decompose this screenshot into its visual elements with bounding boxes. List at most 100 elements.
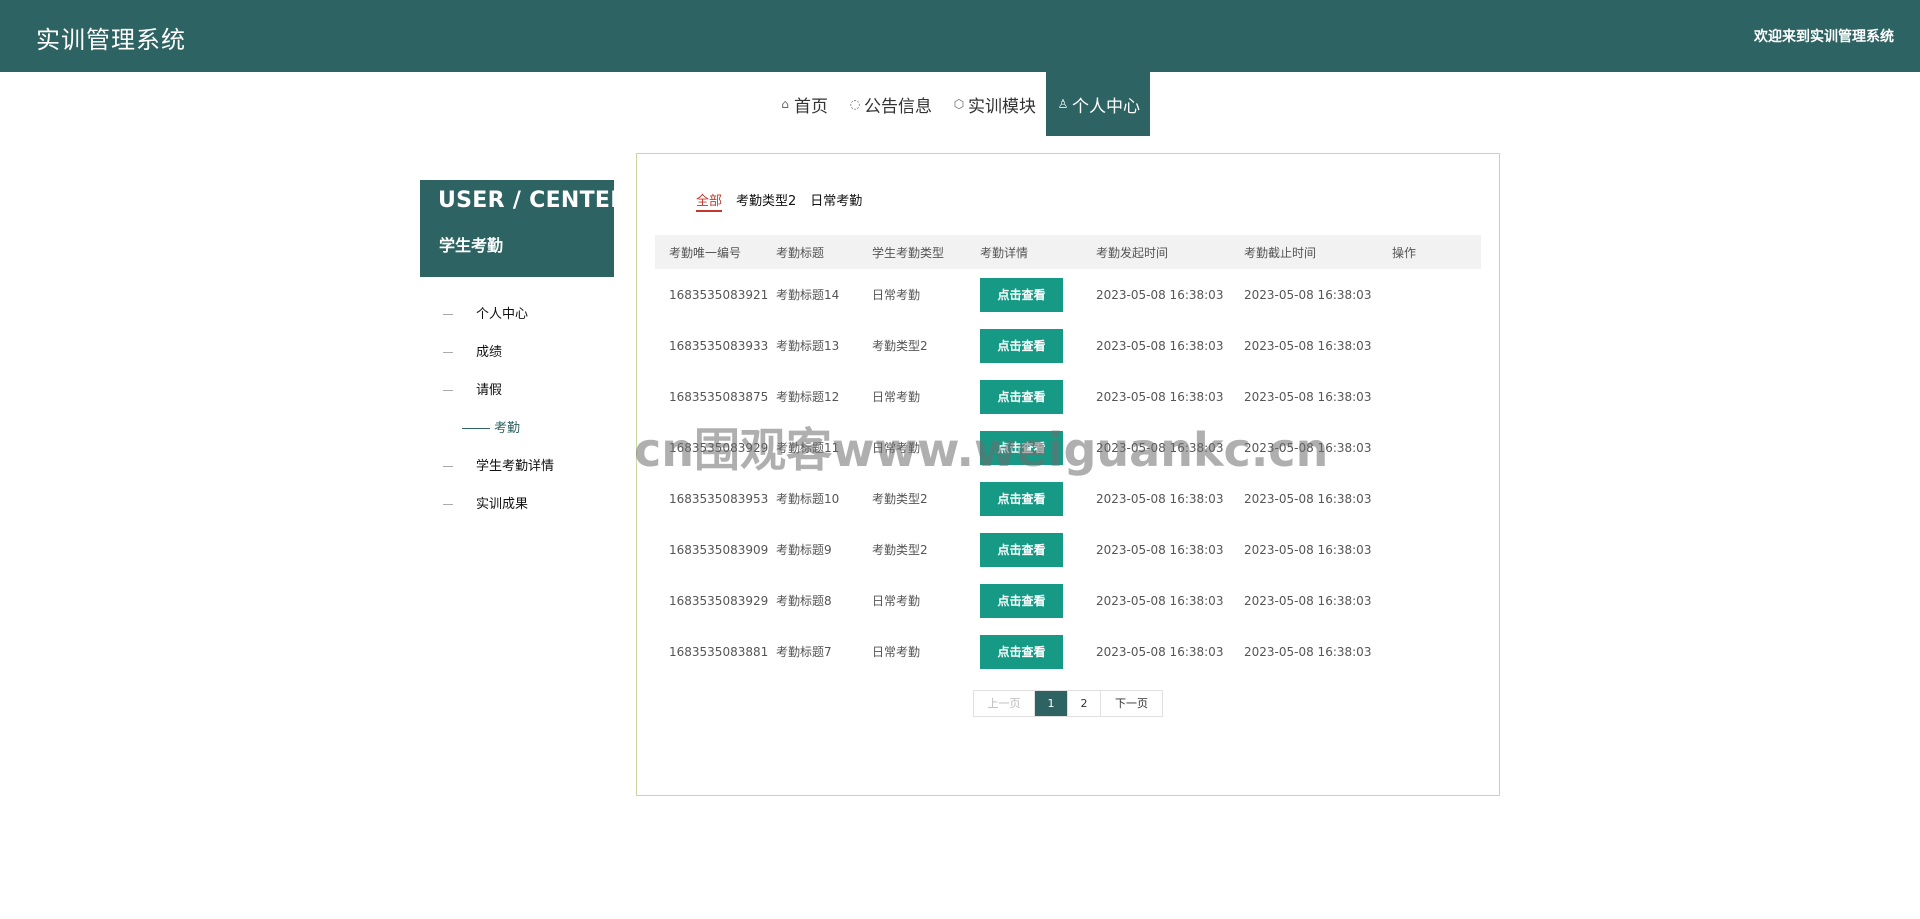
cell-title: 考勤标题8 [776, 594, 832, 608]
column-header: 考勤发起时间 [1096, 245, 1169, 260]
view-detail-button[interactable]: 点击查看 [980, 277, 1063, 312]
nav-item-user-center[interactable]: ♙ 个人中心 [1046, 72, 1150, 136]
cell-id: 1683535083921 [669, 287, 769, 302]
nav-item-label: 首页 [794, 96, 828, 117]
cell-detail: 点击查看 [980, 328, 1096, 363]
view-detail-button[interactable]: 点击查看 [980, 583, 1063, 618]
cell-type: 考勤类型2 [872, 339, 928, 353]
view-detail-button[interactable]: 点击查看 [980, 634, 1063, 669]
cell-detail: 点击查看 [980, 379, 1096, 414]
table-row: 1683535083933 考勤标题13 考勤类型2 点击查看 2023-05-08 1… [655, 320, 1481, 371]
column-header: 考勤截止时间 [1244, 245, 1317, 260]
cell-detail: 点击查看 [980, 583, 1096, 618]
sidebar-item-label: 学生考勤详情 [476, 459, 555, 474]
table-header: 考勤唯一编号 考勤标题 学生考勤类型 考勤详情 考勤发起时间 考勤截止时间 操作 [655, 235, 1481, 269]
tab-all[interactable]: 全部 [696, 190, 723, 212]
cell-type: 日常考勤 [872, 441, 921, 455]
cell-end-time: 2023-05-08 16:38:03 [1244, 440, 1372, 455]
cell-title: 考勤标题13 [776, 339, 840, 353]
main-nav: ⌂ 首页 ◌ 公告信息 ⬡ 实训模块 ♙ 个人中心 [768, 72, 1150, 136]
view-detail-button[interactable]: 点击查看 [980, 481, 1063, 516]
sidebar-item-label: 成绩 [476, 345, 503, 360]
dash-icon [443, 352, 453, 353]
dash-icon [443, 466, 453, 467]
tab-daily[interactable]: 日常考勤 [810, 190, 862, 212]
cell-type: 日常考勤 [872, 288, 921, 302]
nav-item-label: 实训模块 [968, 96, 1036, 117]
column-header: 操作 [1392, 245, 1417, 260]
sidebar-item-user-center[interactable]: 个人中心 [420, 296, 614, 334]
sidebar-item-attendance[interactable]: 考勤 [420, 410, 614, 448]
sidebar-item-results[interactable]: 实训成果 [420, 486, 614, 524]
cell-start-time: 2023-05-08 16:38:03 [1096, 287, 1224, 302]
sidebar-header: USER / CENTER 学生考勤 [420, 180, 627, 277]
column-header: 考勤标题 [776, 245, 825, 260]
cell-start-time: 2023-05-08 16:38:03 [1096, 593, 1224, 608]
cell-type: 日常考勤 [872, 594, 921, 608]
dash-icon [443, 314, 453, 315]
view-detail-button[interactable]: 点击查看 [980, 328, 1063, 363]
app-title: 实训管理系统 [36, 26, 186, 54]
view-detail-button[interactable]: 点击查看 [980, 430, 1063, 465]
nav-item-label: 个人中心 [1072, 96, 1140, 117]
nav-item-home[interactable]: ⌂ 首页 [768, 72, 838, 136]
dash-icon [462, 428, 490, 429]
cell-end-time: 2023-05-08 16:38:03 [1244, 491, 1372, 506]
cell-detail: 点击查看 [980, 532, 1096, 567]
dash-icon [443, 390, 453, 391]
cell-end-time: 2023-05-08 16:38:03 [1244, 287, 1372, 302]
sidebar-item-label: 请假 [476, 383, 503, 398]
prev-page-button[interactable]: 上一页 [974, 691, 1035, 716]
cell-detail: 点击查看 [980, 430, 1096, 465]
cell-id: 1683535083929 [669, 440, 769, 455]
page-button-2[interactable]: 2 [1068, 691, 1101, 716]
cell-type: 日常考勤 [872, 390, 921, 404]
box-icon: ⬡ [953, 97, 965, 111]
cell-end-time: 2023-05-08 16:38:03 [1244, 389, 1372, 404]
nav-item-label: 公告信息 [864, 96, 932, 117]
sidebar-item-attendance-detail[interactable]: 学生考勤详情 [420, 448, 614, 486]
home-icon: ⌂ [781, 97, 789, 111]
nav-item-notice[interactable]: ◌ 公告信息 [838, 72, 942, 136]
user-icon: ♙ [1057, 97, 1069, 111]
top-header: 实训管理系统 欢迎来到实训管理系统 [0, 0, 1920, 72]
table-row: 1683535083921 考勤标题14 日常考勤 点击查看 2023-05-08 16… [655, 269, 1481, 320]
dash-icon [443, 504, 453, 505]
table-row: 1683535083881 考勤标题7 日常考勤 点击查看 2023-05-08 16:… [655, 626, 1481, 677]
cell-id: 1683535083933 [669, 338, 769, 353]
cell-title: 考勤标题7 [776, 645, 832, 659]
cell-end-time: 2023-05-08 16:38:03 [1244, 338, 1372, 353]
welcome-text: 欢迎来到实训管理系统 [1754, 29, 1894, 45]
cell-type: 考勤类型2 [872, 543, 928, 557]
table-row: 1683535083875 考勤标题12 日常考勤 点击查看 2023-05-08 16… [655, 371, 1481, 422]
cell-start-time: 2023-05-08 16:38:03 [1096, 491, 1224, 506]
view-detail-button[interactable]: 点击查看 [980, 379, 1063, 414]
column-header: 考勤唯一编号 [669, 245, 742, 260]
cell-end-time: 2023-05-08 16:38:03 [1244, 542, 1372, 557]
cell-title: 考勤标题9 [776, 543, 832, 557]
sidebar-item-leave[interactable]: 请假 [420, 372, 614, 410]
sidebar-item-label: 个人中心 [476, 307, 529, 322]
nav-item-training[interactable]: ⬡ 实训模块 [942, 72, 1046, 136]
sidebar-title-cn: 学生考勤 [439, 236, 504, 255]
table-row: 1683535083929 考勤标题11 日常考勤 点击查看 2023-05-08 16… [655, 422, 1481, 473]
next-page-button[interactable]: 下一页 [1101, 691, 1162, 716]
sidebar-item-grades[interactable]: 成绩 [420, 334, 614, 372]
table-row: 1683535083909 考勤标题9 考勤类型2 点击查看 2023-05-08 16… [655, 524, 1481, 575]
cell-title: 考勤标题12 [776, 390, 840, 404]
cell-id: 1683535083909 [669, 542, 769, 557]
view-detail-button[interactable]: 点击查看 [980, 532, 1063, 567]
filter-tabs: 全部 考勤类型2 日常考勤 [696, 190, 862, 212]
cell-start-time: 2023-05-08 16:38:03 [1096, 440, 1224, 455]
page-button-1[interactable]: 1 [1035, 691, 1068, 716]
notice-icon: ◌ [849, 97, 861, 111]
sidebar-item-label: 考勤 [494, 421, 521, 436]
cell-type: 日常考勤 [872, 645, 921, 659]
cell-detail: 点击查看 [980, 277, 1096, 312]
table-row: 1683535083953 考勤标题10 考勤类型2 点击查看 2023-05-08 1… [655, 473, 1481, 524]
table-row: 1683535083929 考勤标题8 日常考勤 点击查看 2023-05-08 16:… [655, 575, 1481, 626]
cell-start-time: 2023-05-08 16:38:03 [1096, 389, 1224, 404]
cell-detail: 点击查看 [980, 634, 1096, 669]
cell-start-time: 2023-05-08 16:38:03 [1096, 644, 1224, 659]
tab-type2[interactable]: 考勤类型2 [736, 190, 796, 212]
